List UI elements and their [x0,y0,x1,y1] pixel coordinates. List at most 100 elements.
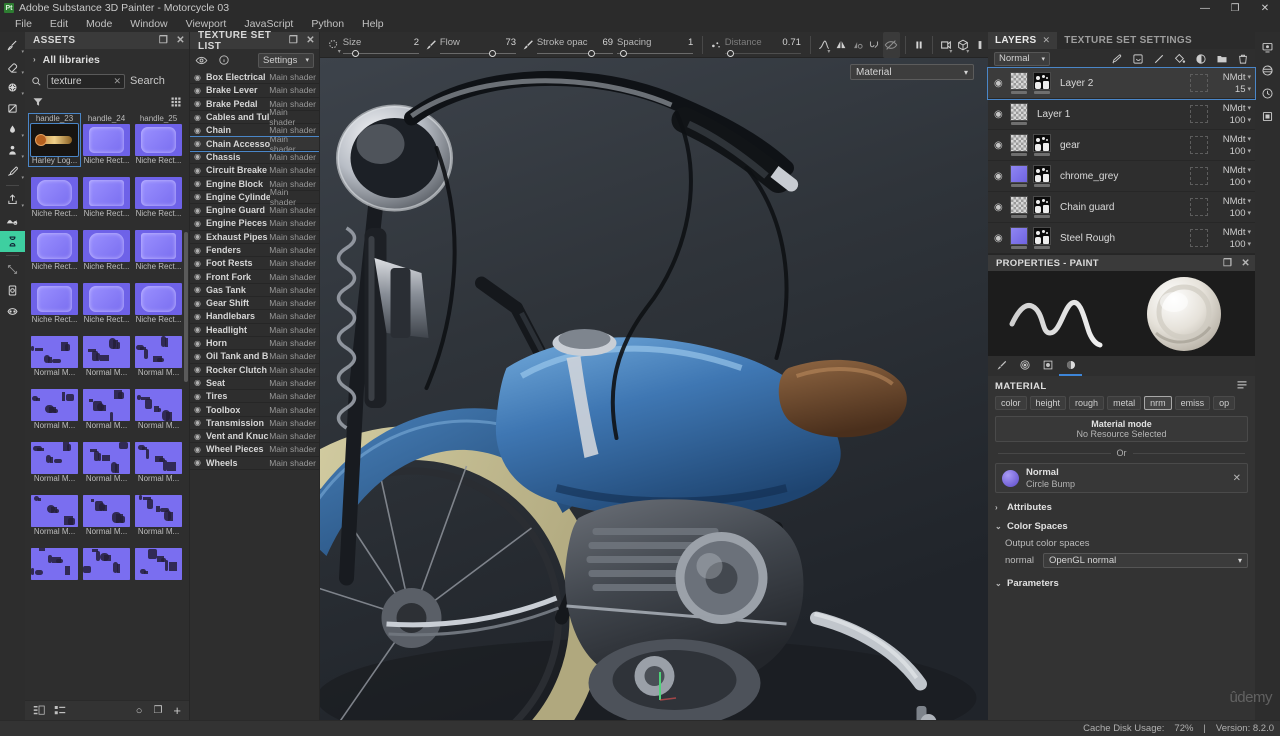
viewport-3d[interactable]: Material ▾ [320,58,988,720]
layer-row[interactable]: ◉ gear NMdt ▾ 100 ▾ [988,130,1255,161]
layer-blend-mode[interactable]: NMdt ▾ [1223,196,1251,207]
shading-cube-icon[interactable]: ▾ [954,32,971,58]
brush-tip-alt-icon[interactable] [520,32,537,58]
color-spaces-section[interactable]: ⌄ Color Spaces [988,517,1255,536]
attributes-section[interactable]: › Attributes [988,498,1255,517]
texture-set-row[interactable]: ◉ Engine Guard Main shader [190,204,319,218]
material-picker-tool[interactable]: ▾ [0,161,25,182]
visibility-eye-icon[interactable]: ◉ [194,73,202,82]
symmetry-plane-icon[interactable] [849,32,866,58]
layer-mask-thumbnail[interactable] [1033,227,1051,246]
layer-visibility-icon[interactable]: ◉ [994,171,1005,182]
menu-help[interactable]: Help [353,16,393,32]
visibility-eye-icon[interactable]: ◉ [194,139,202,148]
falloff-icon[interactable]: ▾ [816,32,833,58]
layer-blend-mode[interactable]: NMdt ▾ [1223,103,1251,114]
texture-set-row[interactable]: ◉ Box Electrical Main shader [190,71,319,85]
add-fill-layer-icon[interactable] [1132,53,1144,65]
material-mode-box[interactable]: Material mode No Resource Selected [995,416,1248,442]
normal-colorspace-dropdown[interactable]: OpenGL normal ▾ [1043,553,1248,568]
texture-set-row[interactable]: ◉ Exhaust Pipes Main shader [190,231,319,244]
visibility-eye-icon[interactable]: ◉ [194,246,202,255]
grayscale-tab[interactable] [1013,356,1036,376]
transform-tool[interactable] [0,259,25,280]
visibility-eye-icon[interactable]: ◉ [194,192,202,201]
layer-visibility-icon[interactable]: ◉ [994,109,1005,120]
layer-effect-slot[interactable] [1190,198,1208,216]
menu-file[interactable]: File [6,16,41,32]
info-icon[interactable] [218,54,230,66]
channel-chip-rough[interactable]: rough [1069,396,1105,410]
add-mask-icon[interactable] [1195,53,1207,65]
texture-set-row[interactable]: ◉ Chassis Main shader [190,151,319,165]
assets-grid[interactable]: handle_23 Harley Log... handle_24 Niche R… [25,112,189,700]
asset-item[interactable]: Normal M... [133,326,184,378]
asset-item[interactable]: Normal M... [29,432,80,484]
parameters-section[interactable]: ⌄ Parameters [988,574,1255,593]
layer-blend-mode[interactable]: NMdt ▾ [1223,165,1251,176]
asset-item[interactable]: Normal M... [29,326,80,378]
asset-item[interactable]: Normal M... [81,379,132,431]
asset-item[interactable]: Normal M... [81,485,132,537]
visibility-eye-icon[interactable]: ◉ [194,86,202,95]
channel-chip-height[interactable]: height [1029,396,1067,410]
mask-editor-tool[interactable] [0,301,25,322]
blend-mode-dropdown[interactable]: Normal ▾ [994,51,1050,66]
spacing-slider[interactable]: Spacing 1 [617,35,694,57]
texture-set-row[interactable]: ◉ Engine Pieces Main shader [190,217,319,231]
shelf-icon[interactable] [1255,105,1280,128]
visibility-eye-icon[interactable]: ◉ [194,272,202,281]
layer-blend-mode[interactable]: NMdt ▾ [1223,227,1251,238]
visibility-eye-icon[interactable]: ◉ [194,113,202,122]
layer-opacity[interactable]: 100 ▾ [1230,177,1251,188]
clear-search-icon[interactable]: ✕ [113,76,121,87]
layer-thumbnail[interactable] [1010,134,1028,153]
channel-chip-emiss[interactable]: emiss [1174,396,1211,410]
history-icon[interactable] [1255,82,1280,105]
grid-view-icon[interactable] [170,96,182,108]
asset-item[interactable]: Niche Rect... [29,273,80,325]
environment-icon[interactable] [1255,59,1280,82]
layer-mask-thumbnail[interactable] [1033,165,1051,184]
export-tool[interactable]: ▾ [0,189,25,210]
layer-blend-mode[interactable]: NMdt ▾ [1223,134,1251,145]
bake-tool[interactable] [0,210,25,231]
asset-item[interactable]: Normal M... [29,485,80,537]
normal-resource-row[interactable]: Normal Circle Bump ✕ [995,463,1248,493]
layer-mask-thumbnail[interactable] [1033,196,1051,215]
add-folder-icon[interactable] [1216,53,1228,65]
texture-set-row[interactable]: ◉ Oil Tank and B Main shader [190,350,319,364]
visibility-eye-icon[interactable]: ◉ [194,126,202,135]
visibility-eye-icon[interactable]: ◉ [194,378,202,387]
scatter-icon[interactable] [708,32,725,58]
asset-item[interactable]: Niche Rect... [81,220,132,272]
polygon-fill-tool[interactable] [0,98,25,119]
assets-dock-icon[interactable]: ❐ [159,35,168,46]
texture-set-row[interactable]: ◉ Vent and Knuc Main shader [190,430,319,444]
texture-set-row[interactable]: ◉ Gear Shift Main shader [190,297,319,311]
pause-icon[interactable] [910,32,927,58]
layer-opacity[interactable]: 100 ▾ [1230,146,1251,157]
texture-set-row[interactable]: ◉ Foot Rests Main shader [190,257,319,271]
layer-list[interactable]: ◉ Layer 2 NMdt ▾ 15 ▾ ◉ Layer 1 NMdt ▾ 1… [987,67,1256,254]
layer-opacity[interactable]: 100 ▾ [1230,208,1251,219]
asset-item[interactable]: Niche Rect... [29,220,80,272]
visibility-eye-icon[interactable]: ◉ [194,458,202,467]
channel-chip-op[interactable]: op [1213,396,1236,410]
visibility-eye-icon[interactable]: ◉ [194,299,202,308]
distance-slider[interactable]: Distance 0.71 [724,35,801,57]
filter-icon[interactable] [32,96,44,108]
layer-row[interactable]: ◉ Chain guard NMdt ▾ 100 ▾ [988,192,1255,223]
menu-mode[interactable]: Mode [77,16,121,32]
layer-mask-thumbnail[interactable] [1033,134,1051,153]
visibility-eye-icon[interactable]: ◉ [194,232,202,241]
split-view-icon[interactable] [971,32,988,58]
layer-effect-slot[interactable] [1190,167,1208,185]
smudge-tool[interactable]: ▾ [0,119,25,140]
asset-item[interactable]: Normal M... [133,379,184,431]
asset-item[interactable]: Niche Rect... [133,220,184,272]
visibility-eye-icon[interactable]: ◉ [194,418,202,427]
eraser-tool[interactable]: ▾ [0,56,25,77]
layer-thumbnail[interactable] [1010,227,1028,246]
texture-set-row[interactable]: ◉ Circuit Breake Main shader [190,164,319,178]
